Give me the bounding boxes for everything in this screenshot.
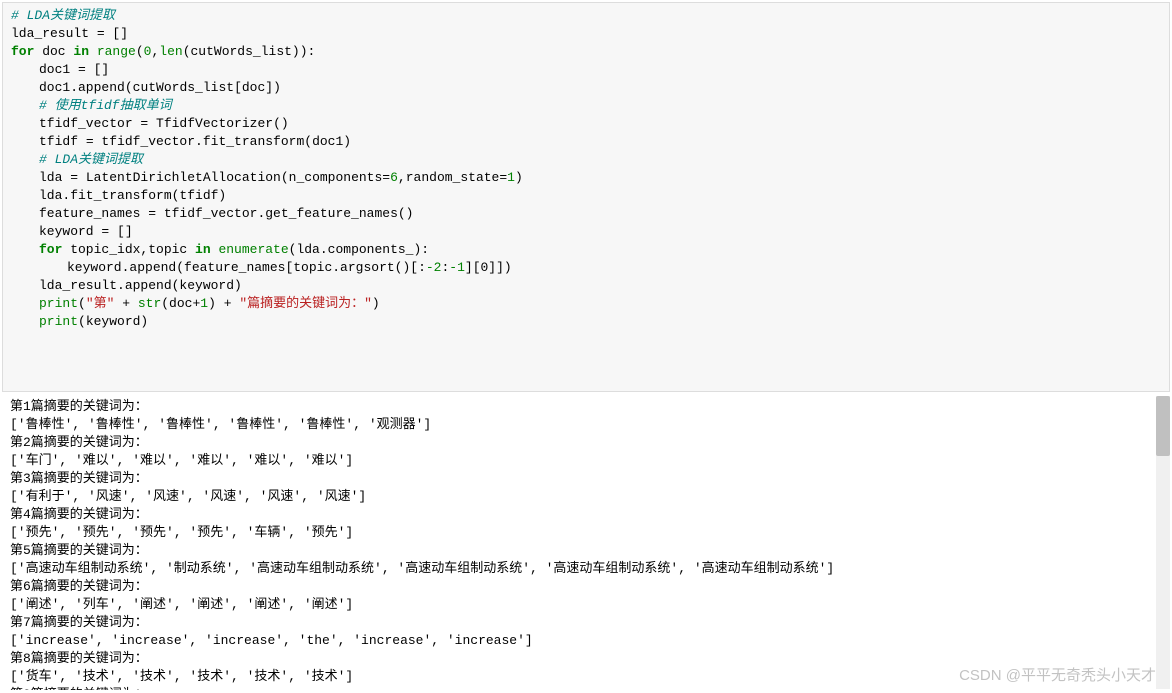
code-line: # 使用tfidf抽取单词 [11,97,1161,115]
code-line: tfidf = tfidf_vector.fit_transform(doc1) [11,133,1161,151]
output-line: 第5篇摘要的关键词为： [10,542,1162,560]
code-line: for doc in range(0,len(cutWords_list)): [11,43,1161,61]
output-line: 第6篇摘要的关键词为： [10,578,1162,596]
output-line: ['预先', '预先', '预先', '预先', '车辆', '预先'] [10,524,1162,542]
scrollbar-thumb[interactable] [1156,396,1170,456]
output-line: ['increase', 'increase', 'increase', 'th… [10,632,1162,650]
output-line: ['有利于', '风速', '风速', '风速', '风速', '风速'] [10,488,1162,506]
output-line: ['鲁棒性', '鲁棒性', '鲁棒性', '鲁棒性', '鲁棒性', '观测器… [10,416,1162,434]
code-line: print("第" + str(doc+1) + "篇摘要的关键词为：") [11,295,1161,313]
code-line: print(keyword) [11,313,1161,331]
output-line: 第3篇摘要的关键词为： [10,470,1162,488]
code-line: lda = LatentDirichletAllocation(n_compon… [11,169,1161,187]
code-line: for topic_idx,topic in enumerate(lda.com… [11,241,1161,259]
code-line: doc1.append(cutWords_list[doc]) [11,79,1161,97]
code-line: keyword.append(feature_names[topic.argso… [11,259,1161,277]
output-line: ['货车', '技术', '技术', '技术', '技术', '技术'] [10,668,1162,686]
code-line: feature_names = tfidf_vector.get_feature… [11,205,1161,223]
code-line: lda_result = [] [11,25,1161,43]
output-line: ['高速动车组制动系统', '制动系统', '高速动车组制动系统', '高速动车… [10,560,1162,578]
code-line: doc1 = [] [11,61,1161,79]
code-line: lda_result.append(keyword) [11,277,1161,295]
code-line: lda.fit_transform(tfidf) [11,187,1161,205]
code-line: keyword = [] [11,223,1161,241]
code-line: # LDA关键词提取 [11,7,1161,25]
code-line: tfidf_vector = TfidfVectorizer() [11,115,1161,133]
output-line: ['阐述', '列车', '阐述', '阐述', '阐述', '阐述'] [10,596,1162,614]
output-line: 第7篇摘要的关键词为： [10,614,1162,632]
output-line: 第8篇摘要的关键词为： [10,650,1162,668]
output-line: 第2篇摘要的关键词为： [10,434,1162,452]
output-line: 第9篇摘要的关键词为： [10,686,1162,690]
output-line: 第4篇摘要的关键词为： [10,506,1162,524]
code-cell[interactable]: # LDA关键词提取 lda_result = [] for doc in ra… [2,2,1170,392]
output-line: ['车门', '难以', '难以', '难以', '难以', '难以'] [10,452,1162,470]
code-line: # LDA关键词提取 [11,151,1161,169]
output-cell[interactable]: 第1篇摘要的关键词为： ['鲁棒性', '鲁棒性', '鲁棒性', '鲁棒性',… [0,394,1172,690]
output-line: 第1篇摘要的关键词为： [10,398,1162,416]
